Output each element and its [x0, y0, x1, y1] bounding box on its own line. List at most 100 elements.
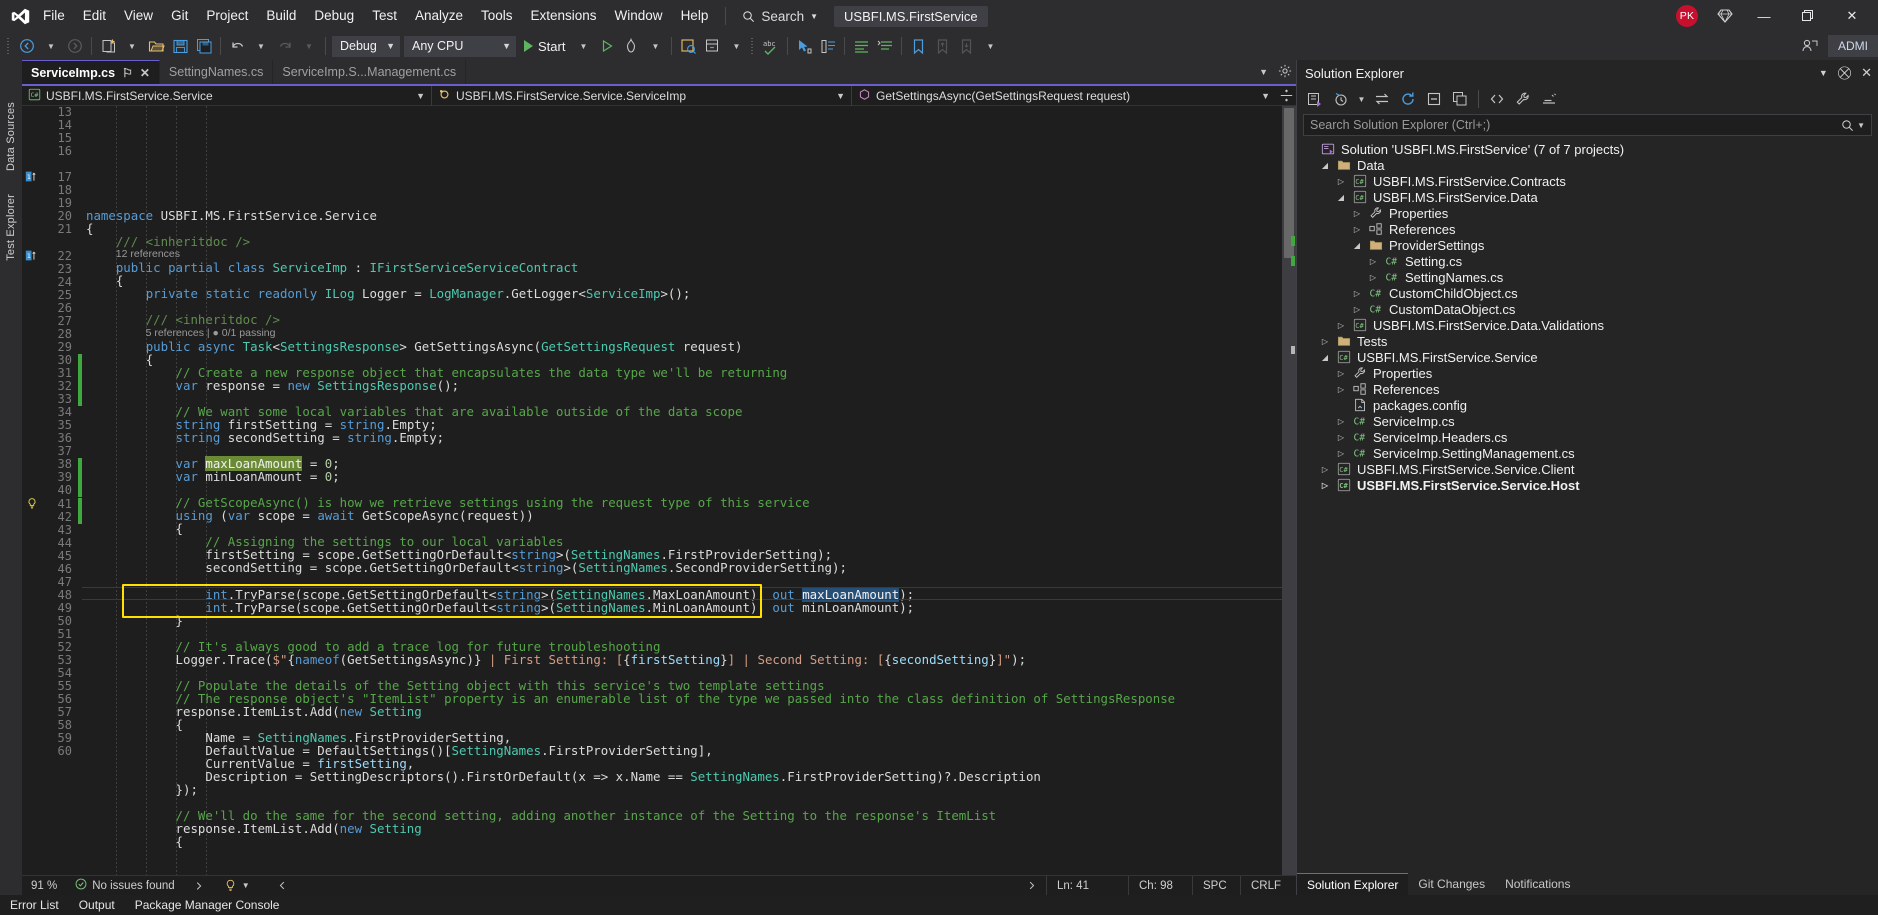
view-code-icon[interactable]: [1485, 88, 1509, 110]
restore-button[interactable]: [1786, 0, 1830, 32]
document-tab-settingmanagement[interactable]: ServiceImp.S...Management.cs: [273, 60, 467, 84]
diamond-icon[interactable]: [1708, 0, 1742, 32]
bottom-tab-package-manager-console[interactable]: Package Manager Console: [125, 898, 290, 912]
chevron-right-icon[interactable]: ▷: [1351, 289, 1363, 298]
document-tab-settingnames[interactable]: SettingNames.cs: [159, 60, 274, 84]
panel-menu-icon[interactable]: ▼: [1819, 68, 1828, 78]
code-line[interactable]: public async Task<SettingsResponse> GetS…: [82, 340, 1282, 353]
tree-node[interactable]: ◢ ProviderSettings: [1297, 237, 1878, 253]
collapse-all-icon[interactable]: [1422, 88, 1446, 110]
pin-icon[interactable]: ⚐: [122, 66, 133, 80]
tree-node[interactable]: ▷ C# CustomDataObject.cs: [1297, 301, 1878, 317]
code-line[interactable]: });: [82, 783, 1282, 796]
menu-project[interactable]: Project: [197, 0, 257, 32]
quick-actions-bulb[interactable]: ▼: [215, 879, 259, 892]
tree-node[interactable]: ▷ C# USBFI.MS.FirstService.Data.Validation…: [1297, 317, 1878, 333]
code-line[interactable]: string secondSetting = string.Empty;: [82, 431, 1282, 444]
start-debug-button[interactable]: Start: [518, 34, 571, 58]
filter-dropdown-icon[interactable]: ▼: [1355, 88, 1368, 110]
navigate-backward-dropdown[interactable]: ▼: [39, 34, 63, 58]
chevron-down-icon[interactable]: ◢: [1335, 193, 1347, 202]
bottom-tab-error-list[interactable]: Error List: [0, 898, 69, 912]
uncomment-lines-button[interactable]: [873, 34, 897, 58]
issues-status[interactable]: No issues found: [66, 878, 183, 893]
code-line[interactable]: int.TryParse(scope.GetSettingOrDefault<s…: [82, 601, 1282, 614]
save-button[interactable]: [168, 34, 192, 58]
tree-node[interactable]: ▷ Tests: [1297, 333, 1878, 349]
tree-node[interactable]: ◢ C# USBFI.MS.FirstService.Data: [1297, 189, 1878, 205]
code-line[interactable]: /// <inheritdoc />: [82, 313, 1282, 326]
code-line[interactable]: {: [82, 835, 1282, 848]
chevron-down-icon[interactable]: ◢: [1319, 353, 1331, 362]
toolbar-grip[interactable]: [6, 37, 13, 55]
line-ending-indicator[interactable]: CRLF: [1240, 875, 1296, 896]
code-line[interactable]: namespace USBFI.MS.FirstService.Service: [82, 209, 1282, 222]
pin-icon[interactable]: ⛒: [1838, 65, 1851, 81]
hot-reload-dropdown[interactable]: ▼: [643, 34, 667, 58]
redo-button[interactable]: [273, 34, 297, 58]
chevron-right-icon[interactable]: ▷: [1335, 449, 1347, 458]
chevron-right-icon[interactable]: ▷: [1335, 321, 1347, 330]
code-text-area[interactable]: namespace USBFI.MS.FirstService.Service⌄…: [82, 106, 1282, 875]
chevron-right-icon[interactable]: ▷: [1335, 417, 1347, 426]
tool-tab-notifications[interactable]: Notifications: [1495, 873, 1580, 895]
live-visual-tree-button[interactable]: [700, 34, 724, 58]
chevron-right-icon[interactable]: ▷: [1335, 433, 1347, 442]
chevron-right-icon[interactable]: ▷: [1319, 465, 1331, 474]
preview-selected-items-icon[interactable]: [1537, 88, 1561, 110]
new-project-button[interactable]: [96, 34, 120, 58]
toolbar-grip-2[interactable]: [750, 37, 758, 55]
properties-wrench-icon[interactable]: [1511, 88, 1535, 110]
tree-node[interactable]: ▷ C# ServiceImp.Headers.cs: [1297, 429, 1878, 445]
undo-dropdown[interactable]: ▼: [249, 34, 273, 58]
pending-changes-filter-icon[interactable]: [1329, 88, 1353, 110]
tree-node[interactable]: ▷ C# Setting.cs: [1297, 253, 1878, 269]
document-tab-serviceimp[interactable]: ServiceImp.cs ⚐ ✕: [22, 60, 160, 84]
chevron-right-icon[interactable]: ▷: [1351, 209, 1363, 218]
gear-icon[interactable]: [1278, 64, 1292, 81]
redo-dropdown[interactable]: ▼: [297, 34, 321, 58]
menu-extensions[interactable]: Extensions: [522, 0, 606, 32]
tool-tab-solution-explorer[interactable]: Solution Explorer: [1297, 873, 1409, 895]
solution-platform-combo[interactable]: Any CPU ▼: [404, 35, 516, 57]
code-line[interactable]: }: [82, 614, 1282, 627]
navbar-type-dropdown[interactable]: USBFI.MS.FirstService.Service.ServiceImp…: [432, 85, 852, 106]
bottom-tab-output[interactable]: Output: [69, 898, 125, 912]
navigate-forward-button[interactable]: [63, 34, 87, 58]
chevron-right-icon[interactable]: ▷: [1319, 337, 1331, 346]
solution-configuration-combo[interactable]: Debug ▼: [332, 35, 400, 57]
solution-name-pill[interactable]: USBFI.MS.FirstService: [834, 5, 988, 27]
code-line[interactable]: public partial class ServiceImp : IFirst…: [82, 261, 1282, 274]
spell-check-button[interactable]: abc: [759, 34, 783, 58]
tree-node[interactable]: ▷ C# USBFI.MS.FirstService.Contracts: [1297, 173, 1878, 189]
menu-git[interactable]: Git: [162, 0, 197, 32]
tree-node[interactable]: packages.config: [1297, 397, 1878, 413]
tool-tab-test-explorer[interactable]: Test Explorer: [2, 188, 20, 267]
code-line[interactable]: secondSetting = scope.GetSettingOrDefaul…: [82, 561, 1282, 574]
code-line[interactable]: Description = SettingDescriptors().First…: [82, 770, 1282, 783]
navbar-project-dropdown[interactable]: C# USBFI.MS.FirstService.Service ▼: [22, 85, 432, 106]
menu-edit[interactable]: Edit: [74, 0, 115, 32]
issue-navigation-prev[interactable]: [184, 880, 215, 892]
chevron-right-icon[interactable]: ▷: [1335, 385, 1347, 394]
live-visual-tree-dropdown[interactable]: ▼: [724, 34, 748, 58]
chevron-right-icon[interactable]: ▷: [1367, 257, 1379, 266]
horizontal-scroll-right[interactable]: [1017, 880, 1046, 891]
menu-test[interactable]: Test: [363, 0, 406, 32]
hot-reload-button[interactable]: [619, 34, 643, 58]
solution-explorer-tree[interactable]: Solution 'USBFI.MS.FirstService' (7 of 7…: [1297, 140, 1878, 873]
menu-window[interactable]: Window: [606, 0, 672, 32]
test-status-icon[interactable]: 1: [25, 249, 38, 265]
chevron-right-icon[interactable]: ▷: [1351, 225, 1363, 234]
tree-node[interactable]: ▷ C# SettingNames.cs: [1297, 269, 1878, 285]
tab-list-dropdown-icon[interactable]: ▼: [1259, 67, 1268, 77]
comment-lines-button[interactable]: [849, 34, 873, 58]
menu-debug[interactable]: Debug: [305, 0, 363, 32]
lightbulb-icon[interactable]: [26, 497, 38, 513]
avatar[interactable]: PK: [1676, 5, 1698, 27]
start-dropdown[interactable]: ▼: [571, 34, 595, 58]
menu-tools[interactable]: Tools: [472, 0, 522, 32]
editor-glyph-margin[interactable]: 11: [22, 106, 44, 875]
refresh-icon[interactable]: [1396, 88, 1420, 110]
tree-node[interactable]: ▷ References: [1297, 381, 1878, 397]
